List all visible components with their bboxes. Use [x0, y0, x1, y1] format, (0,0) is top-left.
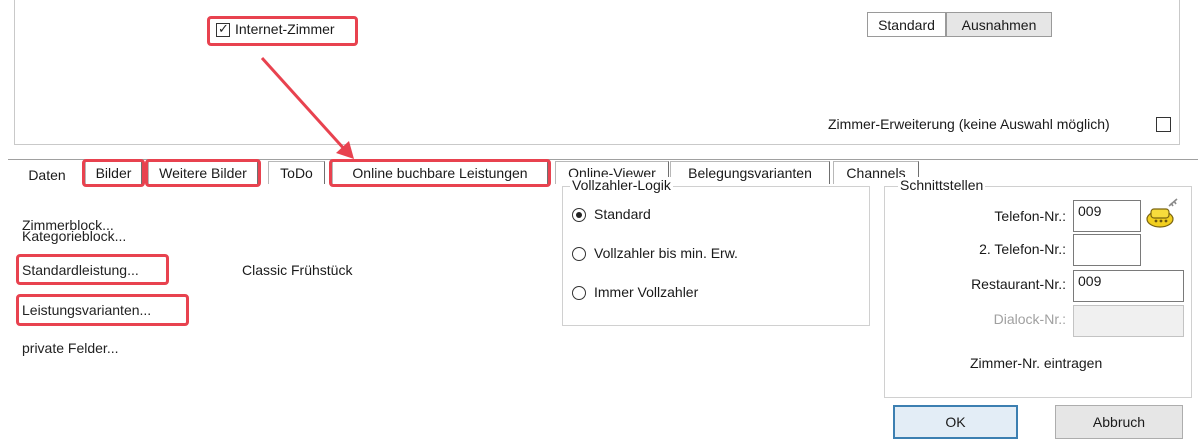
zimmer-nr-eintragen-label[interactable]: Zimmer-Nr. eintragen [970, 355, 1102, 371]
tab-daten-label: Daten [28, 167, 66, 183]
telefon2-input[interactable] [1073, 234, 1141, 266]
ok-button-label: OK [945, 414, 966, 430]
vollzahler-title: Vollzahler-Logik [570, 177, 673, 193]
tab-belegungsvarianten[interactable]: Belegungsvarianten [670, 161, 830, 184]
highlight-tab-bilder [82, 159, 145, 187]
radio-immer-vollzahler-label: Immer Vollzahler [594, 284, 699, 300]
tab-todo[interactable]: ToDo [268, 161, 325, 184]
highlight-tab-weitere-bilder [145, 159, 261, 187]
phone-key-icon[interactable] [1145, 197, 1181, 231]
tab-daten[interactable]: Daten [16, 163, 78, 187]
kategorieblock-link[interactable]: Kategorieblock... [22, 228, 126, 244]
standardleistung-value: Classic Frühstück [242, 262, 353, 278]
radio-immer-vollzahler[interactable] [572, 286, 586, 300]
tab-belegungsvarianten-label: Belegungsvarianten [688, 165, 812, 181]
restaurant-input[interactable]: 009 [1073, 270, 1184, 302]
tab-todo-label: ToDo [280, 165, 313, 181]
highlight-tab-online-buchbare [329, 159, 551, 187]
dialock-input [1073, 305, 1184, 337]
schnittstellen-title: Schnittstellen [898, 177, 986, 193]
radio-standard-label: Standard [594, 206, 651, 222]
telefon2-label: 2. Telefon-Nr.: [979, 241, 1066, 257]
telefon-label: Telefon-Nr.: [994, 208, 1066, 224]
private-felder-link[interactable]: private Felder... [22, 340, 119, 356]
radio-selected-dot [576, 212, 582, 218]
radio-vollzahler-min-erw-label: Vollzahler bis min. Erw. [594, 245, 738, 261]
radio-standard[interactable] [572, 208, 586, 222]
radio-vollzahler-min-erw[interactable] [572, 247, 586, 261]
highlight-standardleistung [16, 254, 169, 285]
dialock-label: Dialock-Nr.: [993, 311, 1066, 327]
highlight-leistungsvarianten [16, 294, 189, 326]
tab-channels-label: Channels [846, 165, 906, 181]
restaurant-label: Restaurant-Nr.: [971, 276, 1066, 292]
abbruch-button-label: Abbruch [1092, 414, 1146, 430]
telefon-input[interactable]: 009 [1073, 200, 1141, 232]
